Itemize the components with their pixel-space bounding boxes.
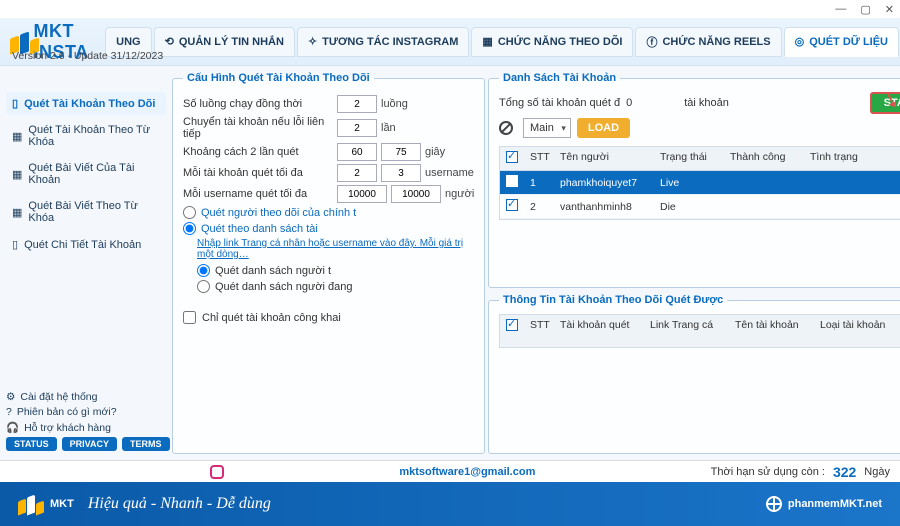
table-row[interactable]: 2 vanthanhminh8 Die	[500, 195, 900, 219]
sidebar-item-quet-chi-tiet[interactable]: ▯Quét Chi Tiết Tài Khoản	[6, 233, 166, 256]
facebook-icon: ⓕ	[646, 34, 657, 50]
public-only-checkbox[interactable]: Chỉ quét tài khoản công khai	[183, 303, 474, 324]
window-titlebar: ― ▢ ✕	[0, 0, 900, 18]
grid-icon: ▦	[12, 206, 22, 219]
peracct-max-input[interactable]	[381, 164, 421, 182]
logo-mark-icon	[18, 494, 46, 514]
results-panel: Thông Tin Tài Khoản Theo Dõi Quét Được S…	[488, 294, 900, 454]
version-label: Version 2.6 - Update 31/12/2023	[12, 50, 163, 62]
input-list-link[interactable]: Nhập link Trang cá nhân hoặc username và…	[197, 238, 474, 260]
headset-icon: 🎧	[6, 421, 19, 434]
threads-input[interactable]	[337, 95, 377, 113]
support-link[interactable]: 🎧Hỗ trợ khách hàng	[6, 421, 166, 434]
gear-icon: ⚙	[6, 391, 15, 403]
select-all-results-checkbox[interactable]	[506, 319, 518, 331]
tab-chuc-nang-reels[interactable]: ⓕCHỨC NĂNG REELS	[635, 27, 781, 57]
sidebar-footer: ⚙Cài đặt hệ thống ?Phiên bản có gì mới? …	[6, 388, 166, 454]
days-remaining: 322	[833, 464, 856, 480]
globe-icon	[766, 496, 782, 512]
help-icon: ?	[6, 406, 12, 418]
list-legend: Danh Sách Tài Khoản	[499, 72, 620, 84]
load-button[interactable]: LOAD	[577, 118, 630, 138]
main-tabs: UNG ⟲QUẢN LÝ TIN NHẮN ✧TƯƠNG TÁC INSTAGR…	[105, 27, 900, 57]
footer-slogan: Hiệu quả - Nhanh - Dễ dùng	[88, 495, 271, 513]
option-own-followers[interactable]: Quét người theo dõi của chính t	[183, 206, 474, 219]
privacy-badge[interactable]: PRIVACY	[62, 437, 117, 451]
changelog-link[interactable]: ?Phiên bản có gì mới?	[6, 406, 166, 418]
gap-min-input[interactable]	[337, 143, 377, 161]
blocked-icon	[499, 121, 513, 135]
grid-icon: ▦	[12, 130, 22, 143]
tab-tuong-tac[interactable]: ✧TƯƠNG TÁC INSTAGRAM	[297, 27, 469, 57]
instagram-icon	[210, 465, 224, 479]
status-bar: mktsoftware1@gmail.com Thời hạn sử dụng …	[0, 460, 900, 482]
sidebar-item-quet-bai-viet[interactable]: ▦Quét Bài Viết Của Tài Khoản	[6, 157, 166, 191]
list-icon: ▯	[12, 238, 18, 251]
row-checkbox[interactable]	[506, 199, 518, 211]
config-legend: Cấu Hình Quét Tài Khoản Theo Dõi	[183, 72, 374, 84]
results-legend: Thông Tin Tài Khoản Theo Dõi Quét Được	[499, 294, 727, 306]
retry-input[interactable]	[337, 119, 377, 137]
sidebar-item-quet-tu-khoa[interactable]: ▦Quét Tài Khoản Theo Từ Khóa	[6, 119, 166, 153]
suboption-followers[interactable]: Quét danh sách người t	[197, 264, 474, 277]
maximize-icon[interactable]: ▢	[860, 3, 870, 16]
status-badge[interactable]: STATUS	[6, 437, 57, 451]
option-list[interactable]: Quét theo danh sách tài	[183, 222, 474, 235]
total-count: 0	[626, 97, 632, 109]
star-icon: ✧	[308, 35, 317, 48]
minimize-icon[interactable]: ―	[835, 3, 846, 15]
app-footer: MKT Hiệu quả - Nhanh - Dễ dùng phanmemMK…	[0, 482, 900, 526]
config-panel: Cấu Hình Quét Tài Khoản Theo Dõi Số luồn…	[172, 72, 485, 454]
account-list-panel: Danh Sách Tài Khoản ➘ Tổng số tài khoản …	[488, 72, 900, 288]
footer-logo: MKT	[18, 494, 74, 514]
terms-badge[interactable]: TERMS	[122, 437, 170, 451]
peracct-min-input[interactable]	[337, 164, 377, 182]
tab-quan-ly-tin-nhan[interactable]: ⟲QUẢN LÝ TIN NHẮN	[154, 27, 295, 57]
row-checkbox[interactable]	[506, 175, 518, 187]
results-table-header: STT Tài khoản quét Link Trang cá Tên tài…	[499, 314, 900, 348]
gap-max-input[interactable]	[381, 143, 421, 161]
account-select[interactable]: Main	[523, 118, 571, 138]
tab-chuc-nang-theo-doi[interactable]: ▦CHỨC NĂNG THEO DÕI	[471, 27, 633, 57]
sidebar-item-quet-theo-doi[interactable]: ▯Quét Tài Khoản Theo Dõi	[6, 92, 166, 115]
accounts-table: STT Tên người Trạng thái Thành công Tình…	[499, 146, 900, 220]
footer-site[interactable]: phanmemMKT.net	[766, 496, 882, 512]
peruser-max-input[interactable]	[391, 185, 441, 203]
close-icon[interactable]: ✕	[885, 3, 894, 16]
settings-link[interactable]: ⚙Cài đặt hệ thống	[6, 391, 166, 403]
grid-icon: ▦	[12, 168, 22, 181]
tab-quet-du-lieu[interactable]: ◎QUÉT DỮ LIỆU	[784, 27, 899, 57]
sidebar: ▯Quét Tài Khoản Theo Dõi ▦Quét Tài Khoản…	[6, 72, 166, 454]
grid-icon: ▦	[482, 35, 492, 48]
sidebar-item-quet-bai-viet-tu-khoa[interactable]: ▦Quét Bài Viết Theo Từ Khóa	[6, 195, 166, 229]
table-row[interactable]: 1 phamkhoiquyet7 Live	[500, 171, 900, 195]
select-all-checkbox[interactable]	[506, 151, 518, 163]
suboption-following[interactable]: Quét danh sách người đang	[197, 280, 474, 293]
scan-icon: ▯	[12, 97, 18, 110]
peruser-min-input[interactable]	[337, 185, 387, 203]
refresh-icon: ⟲	[165, 35, 174, 48]
target-icon: ◎	[795, 35, 805, 48]
contact-email: mktsoftware1@gmail.com	[399, 466, 535, 478]
